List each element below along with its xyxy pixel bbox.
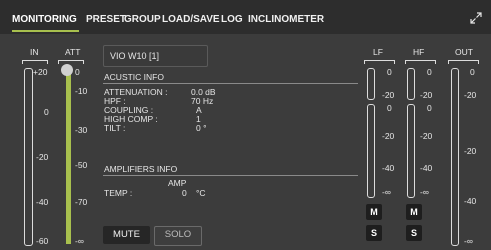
hf-scale-label: -40 [420,163,433,173]
divider [103,83,358,84]
att-scale-label: -10 [75,86,88,96]
in-header: IN [30,47,39,57]
monitoring-panel: MONITORING PRESET GROUP LOAD/SAVE LOG IN… [0,0,491,250]
out-scale-label: -40 [464,196,477,206]
hpf-value: 70 Hz [191,96,214,106]
tab-group[interactable]: GROUP [124,14,161,25]
tab-log[interactable]: LOG [221,14,243,25]
temp-label: TEMP : [104,188,133,198]
in-scale-label: -60 [36,236,49,246]
amplifiers-info-title: AMPLIFIERS INFO [104,164,178,174]
in-meter [24,68,33,246]
hf-mute-button[interactable]: M [406,204,422,220]
mute-button[interactable]: MUTE [103,226,150,244]
lf-scale-label: 0 [387,67,392,77]
tab-preset[interactable]: PRESET [86,14,126,25]
hf-scale-label: 0 [427,67,432,77]
out-header: OUT [455,47,473,57]
in-scale-label: -20 [36,152,49,162]
lf-bracket [364,60,394,61]
att-scale-label: 0 [75,67,80,77]
tilt-value: 0 ° [196,123,207,133]
hf-scale-label: 0 [427,103,432,113]
hf-solo-button[interactable]: S [406,225,422,241]
lf-level-meter [367,104,375,198]
hf-bracket [405,60,435,61]
expand-icon[interactable] [470,12,482,24]
lf-gr-meter [367,68,375,100]
lf-scale-label: -20 [382,90,395,100]
out-scale-label: -20 [464,90,477,100]
hf-scale-label: -20 [420,131,433,141]
acoustic-info-title: ACUSTIC INFO [104,72,164,82]
in-scale-label: -40 [36,197,49,207]
in-bracket [22,60,47,61]
tab-monitoring[interactable]: MONITORING [12,14,77,25]
device-name: VIO W10 [1] [110,51,160,61]
solo-button[interactable]: SOLO [154,226,202,246]
hf-gr-meter [407,68,415,100]
att-scale-label: -∞ [75,236,84,246]
out-meter [451,68,459,246]
out-scale-label: -20 [464,146,477,156]
lf-mute-button[interactable]: M [366,204,382,220]
lf-scale-label: -40 [382,163,395,173]
active-tab-indicator [12,30,79,32]
hf-level-meter [407,104,415,198]
lf-scale-label: 0 [387,103,392,113]
attenuation-fader-track[interactable] [66,72,71,244]
temp-unit: °C [196,188,206,198]
device-name-field[interactable]: VIO W10 [1] [103,45,208,67]
hf-header: HF [413,47,425,57]
att-header: ATT [65,47,81,57]
lf-solo-button[interactable]: S [366,225,382,241]
hf-scale-label: -∞ [420,187,429,197]
attenuation-fader-handle[interactable] [61,64,73,76]
tab-bar: MONITORING PRESET GROUP LOAD/SAVE LOG IN… [0,0,491,34]
divider [103,175,358,176]
att-scale-label: -30 [75,125,88,135]
att-scale-label: -50 [75,160,88,170]
lf-scale-label: -20 [382,131,395,141]
out-scale-label: 0 [470,67,475,77]
att-scale-label: -70 [75,197,88,207]
temp-value: 0 [182,188,187,198]
hf-scale-label: -20 [420,90,433,100]
att-bracket [58,60,83,61]
tab-load-save[interactable]: LOAD/SAVE [162,14,220,25]
out-bracket [448,60,478,61]
lf-scale-label: -∞ [382,187,391,197]
in-scale-label: +20 [33,67,48,77]
lf-header: LF [373,47,383,57]
out-scale-label: -∞ [464,236,473,246]
in-scale-label: 0 [44,107,49,117]
tilt-label: TILT : [104,123,126,133]
tab-inclinometer[interactable]: INCLINOMETER [248,14,324,25]
amp-column-header: AMP [168,178,187,188]
